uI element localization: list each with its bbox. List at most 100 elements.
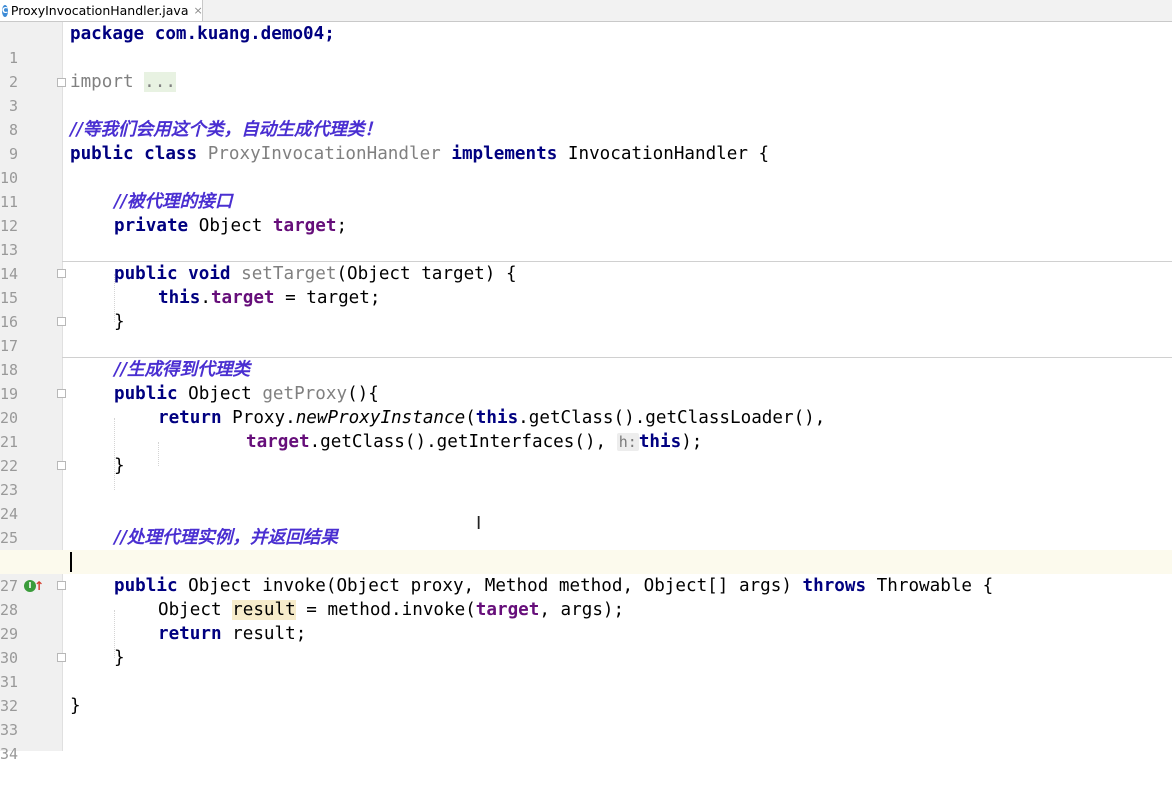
keyword: implements (451, 144, 558, 164)
code-line[interactable]: 10 public class ProxyInvocationHandler i… (0, 142, 1172, 187)
keyword: public (114, 576, 178, 596)
code-text: //被代理的接口 (114, 190, 232, 214)
editor-tab[interactable]: C ProxyInvocationHandler.java × (0, 0, 203, 21)
code-line[interactable]: 18 (0, 334, 1172, 379)
keyword: return (158, 408, 222, 428)
code-token: InvocationHandler { (567, 144, 770, 164)
code-line[interactable]: 16 this.target = target; (0, 286, 1172, 331)
code-line[interactable]: 15 public void setTarget(Object target) … (0, 262, 1172, 307)
code-text: return result; (158, 622, 306, 646)
code-text: } (114, 312, 125, 332)
folded-imports[interactable]: ... (144, 72, 176, 92)
code-token: ( (465, 408, 476, 428)
code-text: target.getClass().getInterfaces(), h: thi… (246, 430, 702, 454)
field-name: target (272, 216, 337, 236)
code-text: public void setTarget(Object target) { (114, 262, 517, 286)
go-to-super-arrow-icon[interactable]: ↑ (34, 574, 44, 598)
keyword: void (188, 264, 231, 284)
code-line[interactable]: 13 private Object target; (0, 214, 1172, 259)
method-name: setTarget (241, 264, 337, 284)
code-token: result; (221, 624, 307, 644)
keyword: return (158, 624, 222, 644)
code-line[interactable]: 34 (0, 718, 1172, 763)
code-token: = method.invoke( (295, 600, 476, 620)
code-line[interactable]: 20 public Object getProxy(){ (0, 382, 1172, 427)
editor-tab-bar: C ProxyInvocationHandler.java × (0, 0, 1172, 22)
field-name: target (246, 432, 310, 452)
code-text: //等我们会用这个类，自动生成代理类！ (70, 118, 382, 142)
code-line[interactable]: 11 (0, 166, 1172, 211)
code-token: .getClass().getClassLoader(), (518, 408, 826, 428)
code-text: Object result = method.invoke(target, ar… (158, 598, 624, 622)
code-token: ); (681, 432, 703, 452)
fold-end-icon[interactable] (57, 461, 66, 470)
code-text: public class ProxyInvocationHandler impl… (70, 142, 769, 166)
code-line[interactable]: 12 //被代理的接口 (0, 190, 1172, 235)
static-method: newProxyInstance (295, 408, 466, 428)
code-line[interactable]: 8 (0, 94, 1172, 139)
code-text: import ... (70, 70, 176, 94)
method-name: getProxy (262, 384, 348, 404)
close-tab-icon[interactable]: × (193, 4, 202, 17)
code-line[interactable]: 31 } (0, 646, 1172, 691)
code-line[interactable]: 23 } (0, 454, 1172, 499)
code-line[interactable]: 22 target.getClass().getInterfaces(), h:… (0, 430, 1172, 475)
keyword: this (475, 408, 519, 428)
code-token: Object (198, 216, 263, 236)
code-token: Object (188, 384, 252, 404)
code-line[interactable]: 29 Object result = method.invoke(target,… (0, 598, 1172, 643)
code-text: } (70, 696, 81, 716)
import-keyword: import (70, 72, 134, 92)
code-line[interactable]: 24 (0, 478, 1172, 523)
code-line[interactable]: 9 //等我们会用这个类，自动生成代理类！ (0, 118, 1172, 163)
code-text: return Proxy.newProxyInstance(this.getCl… (158, 406, 825, 430)
code-text: } (114, 456, 125, 476)
code-token: (Object target) { (336, 264, 517, 284)
code-line[interactable]: 14 (0, 238, 1172, 283)
keyword: public (114, 384, 178, 404)
current-code-line[interactable]: 27 (0, 550, 1172, 595)
parameter-hint: h: (616, 433, 639, 451)
fold-expand-icon[interactable] (57, 78, 66, 87)
code-line[interactable]: 26 //处理代理实例，并返回结果 (0, 526, 1172, 571)
code-line[interactable]: 25 (0, 502, 1172, 547)
keyword: this (638, 432, 682, 452)
comment: //处理代理实例，并返回结果 (114, 527, 338, 548)
fold-end-icon[interactable] (57, 653, 66, 662)
code-line[interactable]: 3 import ... (0, 70, 1172, 115)
code-line[interactable]: 17 } (0, 310, 1172, 355)
code-line[interactable]: 32 (0, 670, 1172, 715)
code-text: public Object getProxy(){ (114, 382, 379, 406)
code-text: this.target = target; (158, 286, 380, 310)
class-name: ProxyInvocationHandler (207, 144, 441, 164)
code-token: = target; (274, 288, 381, 308)
comment: //等我们会用这个类，自动生成代理类！ (70, 119, 382, 140)
fold-collapse-icon[interactable] (57, 269, 66, 278)
field-name: target (475, 600, 540, 620)
code-line[interactable]: 21 return Proxy.newProxyInstance(this.ge… (0, 406, 1172, 451)
comment: //生成得到代理类 (114, 359, 251, 380)
keyword: public (70, 144, 134, 164)
code-token: Throwable { (876, 576, 994, 596)
code-line[interactable]: 33 } (0, 694, 1172, 739)
code-line[interactable]: 30 return result; (0, 622, 1172, 667)
code-line[interactable]: 2 (0, 46, 1172, 91)
java-class-icon: C (2, 4, 8, 17)
tab-filename: ProxyInvocationHandler.java (10, 3, 189, 18)
fold-collapse-icon[interactable] (57, 581, 66, 590)
fold-end-icon[interactable] (57, 317, 66, 326)
code-line[interactable]: 28 I ↑ public Object invoke(Object proxy… (0, 574, 1172, 619)
code-token: .getClass().getInterfaces(), (309, 432, 617, 452)
code-line[interactable]: 1 package com.kuang.demo04; (0, 22, 1172, 67)
text-caret (70, 552, 72, 572)
code-token: Object (158, 600, 222, 620)
comment: //被代理的接口 (114, 191, 233, 212)
code-text: //生成得到代理类 (114, 358, 250, 382)
field-name: target (210, 288, 275, 308)
code-text: package com.kuang.demo04; (70, 22, 335, 46)
fold-collapse-icon[interactable] (57, 389, 66, 398)
code-line[interactable]: 19 //生成得到代理类 (0, 358, 1172, 403)
code-token: , args); (539, 600, 625, 620)
code-token: ; (336, 216, 348, 236)
code-text: } (114, 648, 125, 668)
